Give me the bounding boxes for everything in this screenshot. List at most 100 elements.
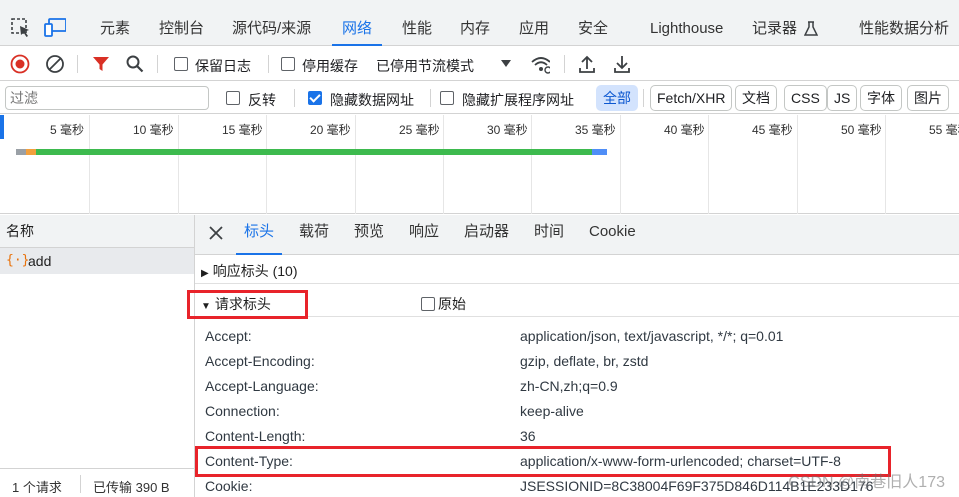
filter-bar: 反转 隐藏数据网址 隐藏扩展程序网址 全部 Fetch/XHR 文档 CSS J… (0, 82, 959, 114)
timeline-tick (178, 115, 179, 214)
tab-cookies[interactable]: Cookie (589, 215, 636, 255)
invert-label: 反转 (248, 92, 276, 108)
timeline-tick-label: 40 毫秒 (664, 123, 705, 137)
invert-checkbox[interactable] (226, 91, 240, 105)
timeline-tick-label: 15 毫秒 (222, 123, 263, 137)
request-row[interactable]: {·} add (0, 248, 194, 274)
type-filter-img[interactable]: 图片 (907, 85, 949, 111)
status-divider (80, 475, 81, 493)
hide-data-urls-label: 隐藏数据网址 (330, 92, 414, 108)
network-toolbar: 保留日志 停用缓存 已停用节流模式 (0, 47, 959, 81)
timeline-tick (797, 115, 798, 214)
hide-extension-urls-label: 隐藏扩展程序网址 (462, 92, 574, 108)
type-filter-js[interactable]: JS (827, 85, 858, 111)
type-filter-all[interactable]: 全部 (596, 85, 638, 111)
header-value: application/json, text/javascript, */*; … (520, 328, 784, 344)
header-row: Accept: application/json, text/javascrip… (195, 324, 959, 349)
timeline-tick-label: 35 毫秒 (575, 123, 616, 137)
tab-memory[interactable]: 内存 (460, 0, 490, 46)
timeline-selection-handle[interactable] (0, 115, 4, 139)
name-column-header[interactable]: 名称 (0, 215, 194, 248)
header-value: keep-alive (520, 403, 584, 419)
tab-performance[interactable]: 性能 (402, 0, 432, 46)
watermark: CSDN @南巷旧人173 (788, 474, 945, 491)
disable-cache-label: 停用缓存 (302, 58, 358, 74)
hide-extension-urls-checkbox[interactable] (440, 91, 454, 105)
timeline-tick (443, 115, 444, 214)
device-toolbar-icon[interactable] (44, 17, 66, 39)
header-name: Accept-Encoding: (205, 353, 315, 369)
highlight-box-request-headers (187, 290, 308, 319)
element-picker-icon[interactable] (10, 17, 32, 39)
throttling-select[interactable]: 已停用节流模式 (376, 56, 474, 76)
tab-initiator[interactable]: 启动器 (464, 215, 509, 255)
header-value: gzip, deflate, br, zstd (520, 353, 649, 369)
record-stop-icon[interactable] (10, 54, 30, 74)
tab-console[interactable]: 控制台 (159, 0, 204, 46)
tab-performance-insights[interactable]: 性能数据分析 (859, 0, 949, 46)
toolbar-divider (294, 89, 295, 107)
toolbar-divider (77, 55, 78, 73)
timeline-tick-label: 45 毫秒 (752, 123, 793, 137)
timeline-tick-label: 10 毫秒 (133, 123, 174, 137)
clear-icon[interactable] (45, 54, 65, 74)
header-row: Connection: keep-alive (195, 399, 959, 424)
filter-input[interactable] (5, 86, 209, 110)
timeline-tick (89, 115, 90, 214)
response-headers-title: 响应标头 (10) (212, 263, 298, 279)
preserve-log-label: 保留日志 (195, 58, 251, 74)
timeline-tick (266, 115, 267, 214)
tab-security[interactable]: 安全 (578, 0, 608, 46)
tab-lighthouse[interactable]: Lighthouse (650, 0, 723, 46)
tab-timing[interactable]: 时间 (534, 215, 564, 255)
timeline-tick-label: 50 毫秒 (841, 123, 882, 137)
tab-headers[interactable]: 标头 (235, 215, 283, 255)
hide-data-urls-checkbox[interactable] (308, 91, 322, 105)
tab-network[interactable]: 网络 (331, 0, 383, 46)
preserve-log-checkbox[interactable] (174, 57, 188, 71)
tab-response[interactable]: 响应 (409, 215, 439, 255)
tab-preview[interactable]: 预览 (354, 215, 384, 255)
tab-recorder[interactable]: 记录器 (752, 0, 797, 46)
header-row: Accept-Encoding: gzip, deflate, br, zstd (195, 349, 959, 374)
timeline-tick-label: 5 毫秒 (50, 123, 85, 137)
type-filter-css[interactable]: CSS (784, 85, 827, 111)
request-list: 名称 {·} add 1 个请求 已传输 390 B (0, 215, 195, 497)
filter-icon[interactable] (91, 54, 111, 74)
toolbar-divider (430, 89, 431, 107)
import-har-icon[interactable] (577, 54, 597, 74)
tab-sources[interactable]: 源代码/来源 (232, 0, 311, 46)
header-name: Connection: (205, 403, 280, 419)
header-name: Accept-Language: (205, 378, 319, 394)
close-icon[interactable] (209, 226, 223, 240)
timeline-tick (355, 115, 356, 214)
timeline-tick (620, 115, 621, 214)
type-filter-font[interactable]: 字体 (860, 85, 902, 111)
timeline-tick-label: 30 毫秒 (487, 123, 528, 137)
tab-payload[interactable]: 载荷 (299, 215, 329, 255)
timeline-bar-stalled (26, 149, 36, 155)
export-har-icon[interactable] (612, 54, 632, 74)
toolbar-divider (564, 55, 565, 73)
search-icon[interactable] (125, 54, 145, 74)
raw-checkbox[interactable] (421, 297, 435, 311)
dropdown-arrow-icon[interactable] (500, 59, 512, 69)
timeline-overview[interactable]: 5 毫秒 10 毫秒 15 毫秒 20 毫秒 25 毫秒 30 毫秒 35 毫秒… (0, 115, 959, 214)
toolbar-divider (157, 55, 158, 73)
timeline-tick (708, 115, 709, 214)
toolbar-divider (268, 55, 269, 73)
type-filter-fetch-xhr[interactable]: Fetch/XHR (650, 85, 733, 111)
tab-application[interactable]: 应用 (519, 0, 549, 46)
timeline-tick (885, 115, 886, 214)
timeline-tick-label: 20 毫秒 (310, 123, 351, 137)
timeline-bar-queue (16, 149, 26, 155)
request-headers-section[interactable]: ▼ 请求标头 原始 (195, 292, 959, 317)
tab-elements[interactable]: 元素 (100, 0, 130, 46)
network-conditions-icon[interactable] (530, 54, 550, 74)
response-headers-section[interactable]: ▶ 响应标头 (10) (195, 259, 959, 284)
devtools-tab-bar: 元素 控制台 源代码/来源 网络 性能 内存 应用 安全 Lighthouse … (0, 0, 959, 46)
detail-tab-bar: 标头 载荷 预览 响应 启动器 时间 Cookie (195, 215, 959, 255)
type-filter-doc[interactable]: 文档 (735, 85, 777, 111)
disable-cache-checkbox[interactable] (281, 57, 295, 71)
transferred-size: 已传输 390 B (93, 480, 170, 495)
